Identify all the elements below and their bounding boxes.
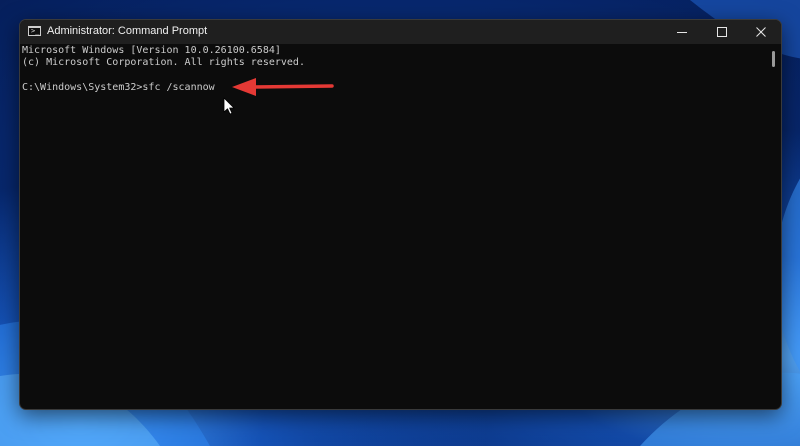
annotation-overlay	[223, 78, 334, 115]
red-arrow-icon	[232, 78, 334, 96]
mouse-pointer-icon	[223, 97, 235, 115]
